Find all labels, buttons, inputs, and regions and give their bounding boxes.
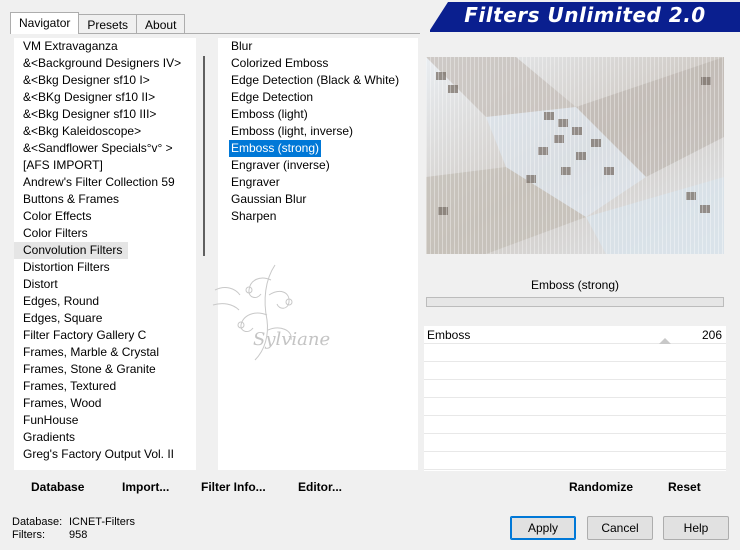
category-list[interactable]: VM Extravaganza &<Background Designers IV… [14, 38, 212, 470]
category-item[interactable]: Edges, Round [14, 293, 212, 310]
category-item[interactable]: &<BKg Designer sf10 II> [14, 89, 212, 106]
category-item[interactable]: &<Background Designers IV> [14, 55, 212, 72]
filter-item[interactable]: Engraver [218, 174, 418, 191]
category-item[interactable]: &<Bkg Designer sf10 III> [14, 106, 212, 123]
apply-button[interactable]: Apply [510, 516, 576, 540]
parameter-value: 206 [701, 328, 722, 342]
filter-item[interactable]: Emboss (light) [218, 106, 418, 123]
parameter-row-empty [424, 344, 726, 362]
filter-list[interactable]: Blur Colorized Emboss Edge Detection (Blac… [218, 38, 418, 470]
filter-item[interactable]: Emboss (strong) [229, 140, 322, 157]
parameter-row-empty [424, 434, 726, 452]
category-item[interactable]: Filter Factory Gallery C [14, 327, 212, 344]
randomize-button[interactable]: Randomize [569, 480, 633, 494]
filter-item[interactable]: Gaussian Blur [218, 191, 418, 208]
filter-item[interactable]: Blur [218, 38, 418, 55]
category-scrollbar[interactable] [196, 38, 212, 470]
parameter-row-emboss[interactable]: Emboss 206 [424, 326, 726, 344]
toolbar: Database Import... Filter Info... Editor… [10, 474, 726, 500]
category-item[interactable]: Frames, Textured [14, 378, 212, 395]
category-item[interactable]: Distortion Filters [14, 259, 212, 276]
watermark-logo: Sylviane [212, 264, 330, 361]
editor-button[interactable]: Editor... [298, 480, 342, 494]
help-button[interactable]: Help [663, 516, 729, 540]
title-banner: Filters Unlimited 2.0 [430, 2, 740, 30]
category-item[interactable]: VM Extravaganza [14, 38, 212, 55]
category-item[interactable]: Gradients [14, 429, 212, 446]
filter-item[interactable]: Emboss (light, inverse) [218, 123, 418, 140]
category-item[interactable]: Color Effects [14, 208, 212, 225]
category-item[interactable]: &<Bkg Designer sf10 I> [14, 72, 212, 89]
filter-item[interactable]: Sharpen [218, 208, 418, 225]
progress-bar [426, 297, 724, 307]
import-button[interactable]: Import... [122, 480, 169, 494]
database-value: ICNET-Filters [69, 516, 135, 528]
tab-bar: Navigator Presets About [10, 12, 186, 34]
cancel-button[interactable]: Cancel [587, 516, 653, 540]
banner-title: Filters Unlimited 2.0 [464, 3, 706, 27]
category-item[interactable]: Buttons & Frames [14, 191, 212, 208]
category-item[interactable]: &<Sandflower Specials°v° > [14, 140, 212, 157]
category-item[interactable]: &<Bkg Kaleidoscope> [14, 123, 212, 140]
database-button[interactable]: Database [31, 480, 84, 494]
category-item[interactable]: Greg's Factory Output Vol. II [14, 446, 212, 463]
parameter-row-empty [424, 416, 726, 434]
reset-button[interactable]: Reset [668, 480, 701, 494]
category-item[interactable]: Convolution Filters [14, 242, 129, 259]
category-item[interactable]: Distort [14, 276, 212, 293]
watermark-text: Sylviane [253, 329, 330, 350]
tab-navigator[interactable]: Navigator [10, 12, 80, 34]
parameter-row-empty [424, 380, 726, 398]
filter-item[interactable]: Edge Detection (Black & White) [218, 72, 418, 89]
parameter-label: Emboss [427, 328, 471, 342]
tab-about[interactable]: About [136, 14, 186, 34]
filter-item[interactable]: Colorized Emboss [218, 55, 418, 72]
category-item[interactable]: Frames, Wood [14, 395, 212, 412]
category-item[interactable]: Frames, Marble & Crystal [14, 344, 212, 361]
filters-count: 958 [69, 529, 88, 541]
category-item[interactable]: Edges, Square [14, 310, 212, 327]
tab-presets[interactable]: Presets [78, 14, 138, 34]
parameter-panel: Emboss 206 [424, 326, 726, 471]
parameter-row-empty [424, 452, 726, 470]
filter-info-button[interactable]: Filter Info... [201, 480, 266, 494]
filter-item[interactable]: Engraver (inverse) [218, 157, 418, 174]
parameter-row-empty [424, 362, 726, 380]
banner-underline [430, 30, 740, 32]
preview-image [426, 57, 724, 254]
category-item[interactable]: Frames, Stone & Granite [14, 361, 212, 378]
category-item[interactable]: Color Filters [14, 225, 212, 242]
preview-filter-name: Emboss (strong) [426, 273, 724, 297]
category-item[interactable]: [AFS IMPORT] [14, 157, 212, 174]
category-item[interactable]: Andrew's Filter Collection 59 [14, 174, 212, 191]
database-label: Database: [12, 516, 63, 528]
category-scrollbar-thumb[interactable] [203, 56, 205, 256]
category-item[interactable]: FunHouse [14, 412, 212, 429]
status-info: Database: ICNET-Filters Filters: 958 [12, 516, 135, 542]
parameter-row-empty [424, 398, 726, 416]
filter-item[interactable]: Edge Detection [218, 89, 418, 106]
filters-label: Filters: [12, 529, 45, 541]
